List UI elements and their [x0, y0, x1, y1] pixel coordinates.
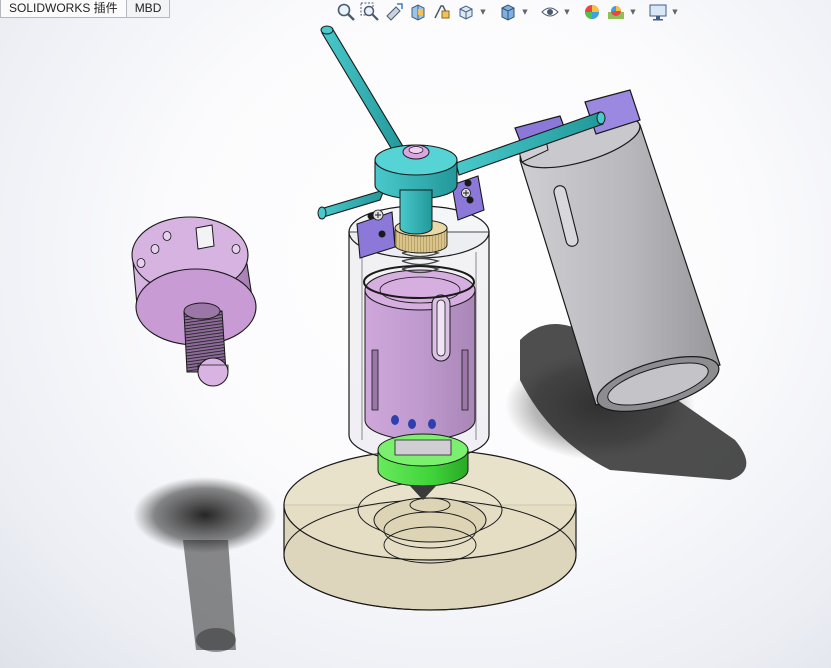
inner-purple-body[interactable]: [364, 269, 476, 441]
exploded-purple-part[interactable]: [131, 216, 257, 387]
graphics-area[interactable]: [0, 0, 831, 668]
